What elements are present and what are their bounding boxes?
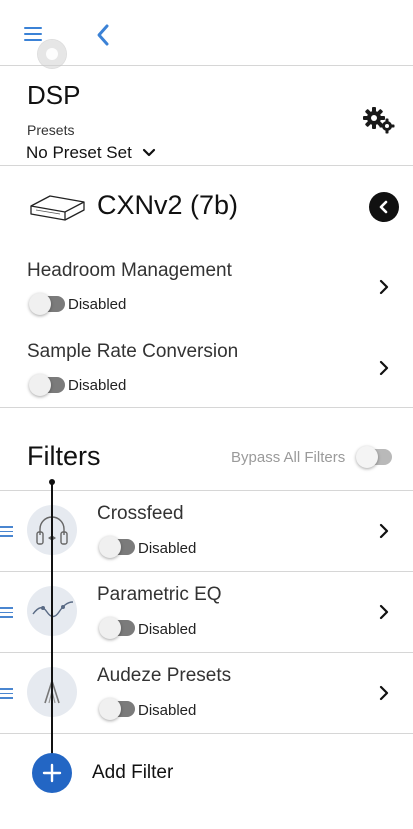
filters-title: Filters (27, 441, 101, 471)
chevron-right-icon (379, 523, 389, 539)
plus-icon (42, 763, 62, 783)
setting-title: Headroom Management (27, 260, 232, 281)
filter-name: Crossfeed (97, 503, 184, 524)
filter-name: Parametric EQ (97, 584, 222, 605)
audeze-presets-toggle[interactable] (99, 698, 135, 720)
bypass-all-label: Bypass All Filters (231, 449, 346, 466)
filter-row-parametric-eq[interactable]: Parametric EQ Disabled (0, 572, 413, 653)
chevron-right-icon (379, 360, 389, 376)
chevron-left-icon (379, 200, 388, 214)
toggle-state-label: Disabled (68, 377, 127, 394)
hamburger-icon[interactable] (24, 27, 42, 43)
streamer-device-icon (30, 195, 85, 221)
bypass-all-toggle[interactable] (356, 446, 392, 468)
toggle-state-label: Disabled (138, 540, 197, 557)
page-title: DSP (27, 80, 81, 110)
back-button[interactable] (92, 22, 116, 48)
preset-dropdown[interactable]: No Preset Set (26, 143, 156, 163)
drag-handle-icon[interactable] (0, 688, 13, 699)
add-filter-label[interactable]: Add Filter (92, 762, 173, 784)
top-bar (0, 0, 413, 68)
toggle-state-label: Disabled (138, 702, 197, 719)
preset-value: No Preset Set (26, 143, 132, 162)
chevron-left-icon (97, 24, 109, 46)
parametric-eq-toggle[interactable] (99, 617, 135, 639)
device-section: CXNv2 (7b) Headroom Management Disabled … (0, 166, 413, 408)
filter-row-audeze-presets[interactable]: Audeze Presets Disabled (0, 653, 413, 734)
sample-rate-toggle[interactable] (29, 374, 65, 396)
add-filter-button[interactable] (32, 753, 72, 793)
headroom-management-row[interactable]: Headroom Management Disabled (0, 260, 413, 330)
touch-indicator (38, 40, 66, 68)
collapse-device-button[interactable] (369, 192, 399, 222)
drag-handle-icon[interactable] (0, 607, 13, 618)
toggle-state-label: Disabled (68, 296, 127, 313)
setting-title: Sample Rate Conversion (27, 341, 239, 362)
filters-header: Filters Bypass All Filters (0, 408, 413, 491)
gears-icon[interactable] (362, 106, 396, 134)
filter-chain-start-dot (49, 479, 55, 485)
sample-rate-conversion-row[interactable]: Sample Rate Conversion Disabled (0, 341, 413, 411)
crossfeed-toggle[interactable] (99, 536, 135, 558)
drag-handle-icon[interactable] (0, 526, 13, 537)
chevron-right-icon (379, 685, 389, 701)
headroom-toggle[interactable] (29, 293, 65, 315)
device-name: CXNv2 (7b) (97, 190, 239, 220)
toggle-state-label: Disabled (138, 621, 197, 638)
dsp-section: DSP Presets No Preset Set (0, 66, 413, 166)
chevron-right-icon (379, 604, 389, 620)
chevron-right-icon (379, 279, 389, 295)
chevron-down-icon (142, 148, 155, 157)
presets-label: Presets (27, 122, 75, 138)
filter-name: Audeze Presets (97, 665, 232, 686)
filter-chain-line (51, 482, 53, 782)
filter-row-crossfeed[interactable]: Crossfeed Disabled (0, 491, 413, 572)
